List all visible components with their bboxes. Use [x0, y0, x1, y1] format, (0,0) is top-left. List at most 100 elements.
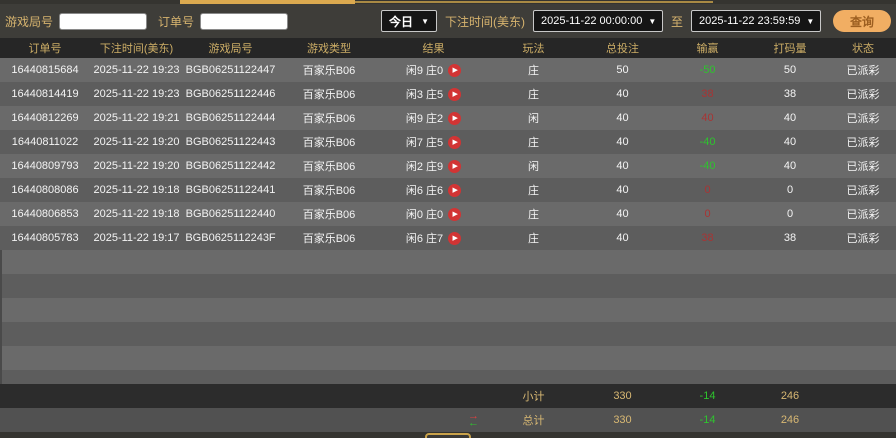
- play-cell: 庄: [528, 137, 539, 149]
- order-no-cell: 16440808086: [11, 184, 79, 196]
- play-cell: 闲: [528, 113, 539, 125]
- table-row: 16440805783 2025-11-22 19:17 BGB06251122…: [0, 226, 896, 250]
- result-text: 闲2 庄9: [405, 161, 444, 173]
- win-loss-cell: -50: [699, 64, 716, 76]
- bet-time-cell: 2025-11-22 19:21: [93, 112, 180, 124]
- result-cell: 闲7 庄5 ▶: [380, 134, 487, 150]
- game-type-cell: 百家乐B06: [302, 137, 356, 149]
- date-range-select[interactable]: 今日 ▼: [380, 10, 437, 32]
- order-no-input[interactable]: [200, 12, 289, 30]
- status-cell: 已派彩: [846, 113, 880, 125]
- end-time-select[interactable]: 2025-11-22 23:59:59 ▼: [691, 10, 821, 32]
- play-cell: 闲: [528, 161, 539, 173]
- play-icon[interactable]: ▶: [448, 111, 462, 125]
- swap-arrow-green: ←: [468, 417, 479, 428]
- play-cell: 庄: [528, 233, 539, 245]
- query-button[interactable]: 查询: [833, 10, 891, 32]
- total-win-loss: -14: [699, 414, 716, 426]
- table-row: 16440815684 2025-11-22 19:23 BGB06251122…: [0, 58, 896, 82]
- win-loss-cell: -40: [699, 160, 716, 172]
- top-tab-strip: [0, 0, 896, 4]
- play-icon[interactable]: ▶: [448, 207, 462, 221]
- play-icon[interactable]: ▶: [448, 63, 462, 77]
- round-no-cell: BGB06251122447: [185, 64, 276, 76]
- play-icon[interactable]: ▶: [448, 159, 462, 173]
- round-no-cell: BGB0625112243F: [185, 232, 276, 244]
- bet-time-cell: 2025-11-22 19:20: [93, 136, 180, 148]
- header-play: 玩法: [522, 43, 545, 55]
- result-cell: 闲6 庄7 ▶: [380, 230, 487, 246]
- total-label: 总计: [522, 415, 545, 427]
- game-round-label: 游戏局号: [5, 14, 54, 29]
- status-cell: 已派彩: [846, 137, 880, 149]
- result-cell: 闲6 庄6 ▶: [380, 182, 487, 198]
- status-cell: 已派彩: [846, 161, 880, 173]
- table-row: 16440811022 2025-11-22 19:20 BGB06251122…: [0, 130, 896, 154]
- game-type-cell: 百家乐B06: [302, 233, 356, 245]
- round-no-cell: BGB06251122443: [185, 136, 276, 148]
- pagination-partial[interactable]: [425, 433, 471, 438]
- play-icon[interactable]: ▶: [448, 135, 462, 149]
- play-icon[interactable]: ▶: [448, 183, 462, 197]
- result-text: 闲0 庄0: [405, 209, 444, 221]
- header-game-type: 游戏类型: [307, 43, 351, 55]
- table-row: 16440809793 2025-11-22 19:20 BGB06251122…: [0, 154, 896, 178]
- table-row: 16440814419 2025-11-22 19:23 BGB06251122…: [0, 82, 896, 106]
- result-cell: 闲2 庄9 ▶: [380, 158, 487, 174]
- game-type-cell: 百家乐B06: [302, 113, 356, 125]
- total-total-bet: 330: [613, 414, 632, 426]
- bet-time-cell: 2025-11-22 19:23: [93, 64, 180, 76]
- header-round-no: 游戏局号: [208, 43, 253, 55]
- subtotal-total-bet: 330: [613, 390, 632, 402]
- subtotal-turnover: 246: [780, 390, 800, 402]
- empty-rows-area: [0, 250, 896, 384]
- win-loss-cell: -40: [699, 136, 716, 148]
- win-loss-cell: 0: [704, 208, 711, 220]
- round-no-cell: BGB06251122444: [185, 112, 276, 124]
- header-status: 状态: [852, 43, 874, 55]
- order-no-cell: 16440811022: [11, 136, 79, 148]
- play-cell: 庄: [528, 89, 539, 101]
- header-order-no: 订单号: [28, 43, 62, 55]
- active-tab-edge[interactable]: [180, 0, 355, 4]
- turnover-cell: 0: [786, 184, 794, 196]
- turnover-cell: 50: [783, 64, 797, 76]
- table-header: 订单号 下注时间(美东) 游戏局号 游戏类型 结果 玩法 总投注 输赢 打码量 …: [0, 38, 896, 58]
- play-cell: 庄: [528, 185, 539, 197]
- swap-arrows-icon[interactable]: → ←: [468, 413, 479, 427]
- status-cell: 已派彩: [846, 89, 880, 101]
- game-type-cell: 百家乐B06: [302, 209, 356, 221]
- bottom-strip: [0, 432, 896, 438]
- result-cell: 闲9 庄2 ▶: [380, 110, 487, 126]
- bet-time-cell: 2025-11-22 19:18: [93, 208, 180, 220]
- win-loss-cell: 0: [704, 184, 711, 196]
- chevron-down-icon: ▼: [648, 16, 657, 26]
- inactive-tab-edge[interactable]: [355, 1, 713, 4]
- game-type-cell: 百家乐B06: [302, 65, 356, 77]
- win-loss-cell: 40: [701, 112, 714, 124]
- round-no-cell: BGB06251122441: [185, 184, 276, 196]
- total-bet-cell: 40: [616, 160, 629, 172]
- start-time-select[interactable]: 2025-11-22 00:00:00 ▼: [532, 10, 663, 32]
- game-type-cell: 百家乐B06: [302, 89, 356, 101]
- subtotal-win-loss: -14: [699, 390, 716, 402]
- bet-time-cell: 2025-11-22 19:20: [93, 160, 180, 172]
- status-cell: 已派彩: [846, 209, 880, 221]
- total-bet-cell: 50: [616, 64, 629, 76]
- table-row: 16440812269 2025-11-22 19:21 BGB06251122…: [0, 106, 896, 130]
- total-bet-cell: 40: [616, 232, 629, 244]
- total-bet-cell: 40: [616, 88, 629, 100]
- bet-time-label: 下注时间(美东): [444, 14, 525, 29]
- toolbar-right-group: 今日 ▼ 下注时间(美东) 2025-11-22 00:00:00 ▼ 至 20…: [380, 10, 891, 32]
- header-win-loss: 输赢: [696, 43, 719, 55]
- turnover-cell: 40: [783, 136, 797, 148]
- header-total-bet: 总投注: [606, 43, 639, 55]
- play-icon[interactable]: ▶: [448, 231, 462, 245]
- bet-time-cell: 2025-11-22 19:17: [93, 232, 180, 244]
- play-cell: 庄: [528, 65, 539, 77]
- total-bet-cell: 40: [616, 136, 629, 148]
- game-round-input[interactable]: [59, 12, 148, 30]
- play-icon[interactable]: ▶: [448, 87, 462, 101]
- turnover-cell: 0: [786, 208, 794, 220]
- date-range-value: 今日: [388, 14, 413, 29]
